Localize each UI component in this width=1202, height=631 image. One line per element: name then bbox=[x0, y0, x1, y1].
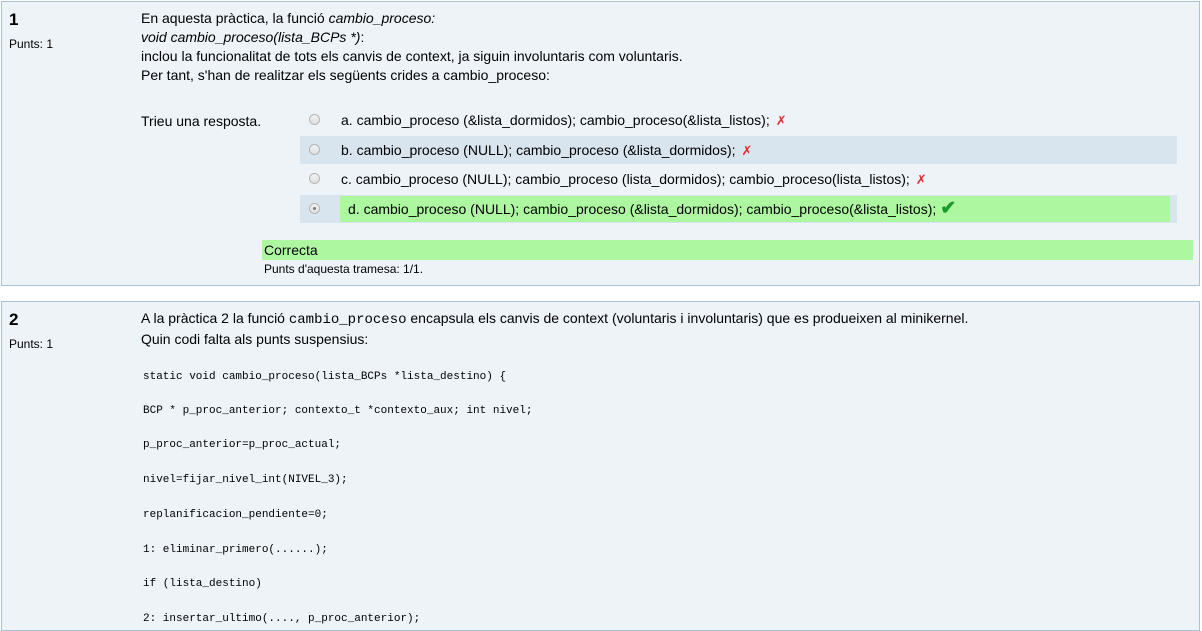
option-label-wrap: b. cambio_proceso (NULL); cambio_proceso… bbox=[341, 140, 758, 163]
answer-option-c[interactable]: c. cambio_proceso (NULL); cambio_proceso… bbox=[300, 165, 1177, 193]
answer-option-d[interactable]: d. cambio_proceso (NULL); cambio_proceso… bbox=[300, 195, 1177, 223]
question-text-line: Per tant, s'han de realitzar els següent… bbox=[141, 67, 550, 83]
question-number: 2 bbox=[9, 310, 19, 329]
radio-button-selected[interactable] bbox=[309, 203, 320, 214]
question-text-line: Quin codi falta als punts suspensius: bbox=[141, 331, 369, 347]
radio-button[interactable] bbox=[309, 173, 320, 184]
function-name-code: cambio_proceso bbox=[288, 312, 407, 328]
option-label: c. cambio_proceso (NULL); cambio_proceso… bbox=[341, 171, 910, 187]
code-line: BCP * p_proc_anterior; contexto_t *conte… bbox=[143, 405, 533, 417]
option-label: d. cambio_proceso (NULL); cambio_proceso… bbox=[348, 201, 937, 217]
correct-check-icon: ✔ bbox=[940, 198, 957, 219]
option-label-wrap-correct: d. cambio_proceso (NULL); cambio_proceso… bbox=[340, 196, 1170, 222]
function-name: cambio_proceso: bbox=[328, 10, 436, 26]
code-line: if (lista_destino) bbox=[143, 578, 262, 590]
question-text-line: A la pràctica 2 la funció bbox=[141, 310, 289, 326]
question-points: Punts: 1 bbox=[9, 337, 54, 351]
answer-prompt: Trieu una resposta. bbox=[141, 113, 262, 129]
answer-option-a[interactable]: a. cambio_proceso (&lista_dormidos); cam… bbox=[300, 106, 1177, 134]
question-text-line: encapsula els canvis de context (volunta… bbox=[406, 310, 969, 326]
code-line: replanificacion_pendiente=0; bbox=[143, 509, 328, 521]
radio-button[interactable] bbox=[309, 144, 320, 155]
radio-button[interactable] bbox=[309, 114, 320, 125]
code-line: p_proc_anterior=p_proc_actual; bbox=[143, 439, 342, 451]
incorrect-icon: ✗ bbox=[915, 172, 927, 187]
option-label: b. cambio_proceso (NULL); cambio_proceso… bbox=[341, 142, 736, 158]
answer-option-b[interactable]: b. cambio_proceso (NULL); cambio_proceso… bbox=[300, 136, 1177, 164]
question-number: 1 bbox=[9, 10, 19, 29]
question-points: Punts: 1 bbox=[9, 37, 54, 51]
incorrect-icon: ✗ bbox=[775, 113, 787, 128]
option-label-wrap: a. cambio_proceso (&lista_dormidos); cam… bbox=[341, 110, 793, 133]
incorrect-icon: ✗ bbox=[741, 143, 753, 158]
option-label-wrap: c. cambio_proceso (NULL); cambio_proceso… bbox=[341, 169, 933, 192]
question-text-line: En aquesta pràctica, la funció bbox=[141, 10, 329, 26]
code-line: 2: insertar_ultimo(...., p_proc_anterior… bbox=[143, 613, 421, 625]
function-signature: void cambio_proceso(lista_BCPs *) bbox=[141, 29, 361, 45]
signature-colon: : bbox=[360, 29, 365, 45]
question-text: A la pràctica 2 la funció cambio_proceso… bbox=[141, 309, 1141, 349]
code-line: static void cambio_proceso(lista_BCPs *l… bbox=[143, 371, 507, 383]
question-2: 2 Punts: 1 A la pràctica 2 la funció cam… bbox=[1, 301, 1200, 631]
grade-text: Punts d'aquesta tramesa: 1/1. bbox=[264, 262, 424, 276]
question-text-line: inclou la funcionalitat de tots els canv… bbox=[141, 48, 683, 64]
code-line: 1: eliminar_primero(......); bbox=[143, 544, 328, 556]
question-1: 1 Punts: 1 En aquesta pràctica, la funci… bbox=[1, 1, 1200, 286]
option-label: a. cambio_proceso (&lista_dormidos); cam… bbox=[341, 112, 770, 128]
question-text: En aquesta pràctica, la funció cambio_pr… bbox=[141, 9, 1141, 85]
feedback-correct: Correcta bbox=[262, 240, 1193, 260]
code-line: nivel=fijar_nivel_int(NIVEL_3); bbox=[143, 474, 348, 486]
